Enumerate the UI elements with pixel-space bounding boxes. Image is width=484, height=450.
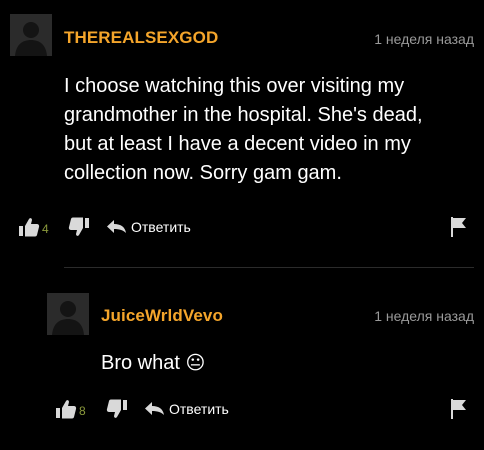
like-button[interactable]: 8 [55, 398, 86, 420]
reply-arrow-icon [107, 220, 126, 233]
report-button[interactable] [450, 216, 468, 243]
thumbs-down-icon [68, 217, 89, 236]
dislike-button[interactable] [68, 216, 90, 243]
like-count: 4 [42, 222, 49, 236]
avatar[interactable] [47, 293, 89, 335]
reply-button[interactable]: Ответить [107, 219, 191, 235]
username[interactable]: JuiceWrldVevo [101, 306, 223, 326]
reply-arrow-icon [145, 402, 164, 415]
neutral-face-emoji-icon: 😐 [185, 353, 206, 374]
reply-label: Ответить [131, 219, 191, 235]
username[interactable]: THEREALSEXGOD [64, 28, 218, 48]
thumbs-up-icon [56, 400, 77, 419]
avatar-placeholder-icon [10, 14, 52, 56]
reply-button[interactable]: Ответить [145, 401, 229, 417]
avatar-placeholder-icon [47, 293, 89, 335]
comment-text-content: Bro what [101, 352, 180, 374]
flag-icon [451, 217, 466, 237]
like-count: 8 [79, 404, 86, 418]
comment-text: I choose watching this over visiting my … [64, 75, 423, 184]
flag-icon [451, 399, 466, 419]
thumbs-up-icon [19, 218, 40, 237]
comment-text: Bro what 😐 [101, 349, 205, 378]
reply-label: Ответить [169, 401, 229, 417]
reply-comment: JuiceWrldVevo 1 неделя назад Bro what 😐 … [0, 268, 484, 450]
dislike-button[interactable] [106, 398, 128, 425]
timestamp: 1 неделя назад [374, 31, 474, 47]
timestamp: 1 неделя назад [374, 308, 474, 324]
report-button[interactable] [450, 398, 468, 425]
comment: THEREALSEXGOD 1 неделя назад I choose wa… [0, 0, 484, 265]
comment-actions: 4 Ответить [0, 216, 484, 240]
comment-actions: 8 Ответить [0, 398, 484, 422]
like-button[interactable]: 4 [18, 216, 49, 238]
avatar[interactable] [10, 14, 52, 56]
thumbs-down-icon [106, 399, 127, 418]
